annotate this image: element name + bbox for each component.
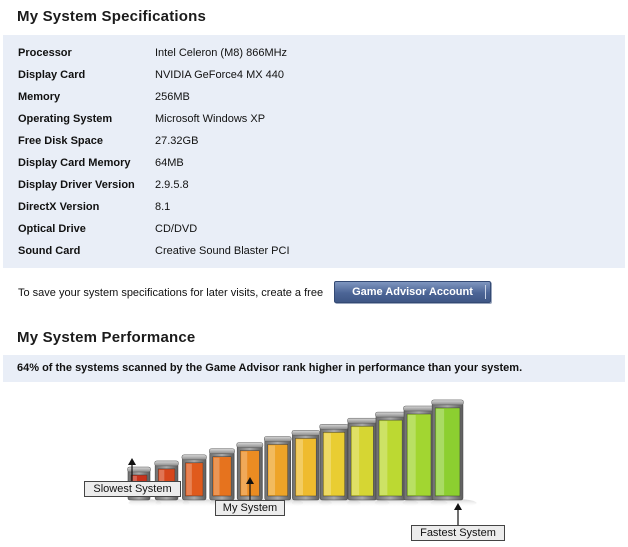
account-button-label: Game Advisor Account: [352, 286, 473, 298]
specs-title: My System Specifications: [17, 8, 207, 25]
spec-label: Operating System: [18, 113, 113, 125]
my-system-label: My System: [215, 500, 285, 516]
spec-row: Display Card NVIDIA GeForce4 MX 440: [18, 64, 618, 86]
performance-title: My System Performance: [17, 329, 196, 346]
spec-label: Processor: [18, 47, 72, 59]
spec-value: NVIDIA GeForce4 MX 440: [155, 69, 284, 81]
spec-row: Operating System Microsoft Windows XP: [18, 108, 618, 130]
fastest-system-label: Fastest System: [411, 525, 505, 541]
spec-label: Display Card Memory: [18, 157, 131, 169]
spec-row: Sound Card Creative Sound Blaster PCI: [18, 240, 618, 262]
slowest-system-label: Slowest System: [84, 481, 181, 497]
button-edge: [485, 285, 486, 299]
spec-row: Memory 256MB: [18, 86, 618, 108]
spec-value: 8.1: [155, 201, 171, 213]
save-prompt-text: To save your system specifications for l…: [18, 287, 324, 299]
spec-row: Free Disk Space 27.32GB: [18, 130, 618, 152]
spec-value: Microsoft Windows XP: [155, 113, 266, 125]
game-advisor-account-button[interactable]: Game Advisor Account: [334, 281, 491, 303]
performance-chart: Slowest System My System Fastest System: [0, 385, 628, 547]
specs-panel: Processor Intel Celeron (M8) 866MHz Displa…: [3, 35, 625, 268]
spec-label: Display Card: [18, 69, 86, 81]
spec-label: DirectX Version: [18, 201, 100, 213]
spec-value: CD/DVD: [155, 223, 198, 235]
performance-tower: [430, 399, 477, 507]
spec-row: Processor Intel Celeron (M8) 866MHz: [18, 42, 618, 64]
performance-bars: [127, 399, 477, 525]
spec-value: Creative Sound Blaster PCI: [155, 245, 290, 257]
spec-row: Display Driver Version 2.9.5.8: [18, 174, 618, 196]
spec-row: Display Card Memory 64MB: [18, 152, 618, 174]
spec-value: 256MB: [155, 91, 190, 103]
spec-value: Intel Celeron (M8) 866MHz: [155, 47, 288, 59]
spec-value: 27.32GB: [155, 135, 199, 147]
spec-value: 2.9.5.8: [155, 179, 189, 191]
spec-label: Sound Card: [18, 245, 81, 257]
spec-value: 64MB: [155, 157, 184, 169]
spec-label: Display Driver Version: [18, 179, 135, 191]
spec-label: Free Disk Space: [18, 135, 103, 147]
spec-row: Optical Drive CD/DVD: [18, 218, 618, 240]
performance-summary: 64% of the systems scanned by the Game A…: [3, 355, 625, 382]
spec-label: Optical Drive: [18, 223, 86, 235]
spec-label: Memory: [18, 91, 61, 103]
spec-row: DirectX Version 8.1: [18, 196, 618, 218]
